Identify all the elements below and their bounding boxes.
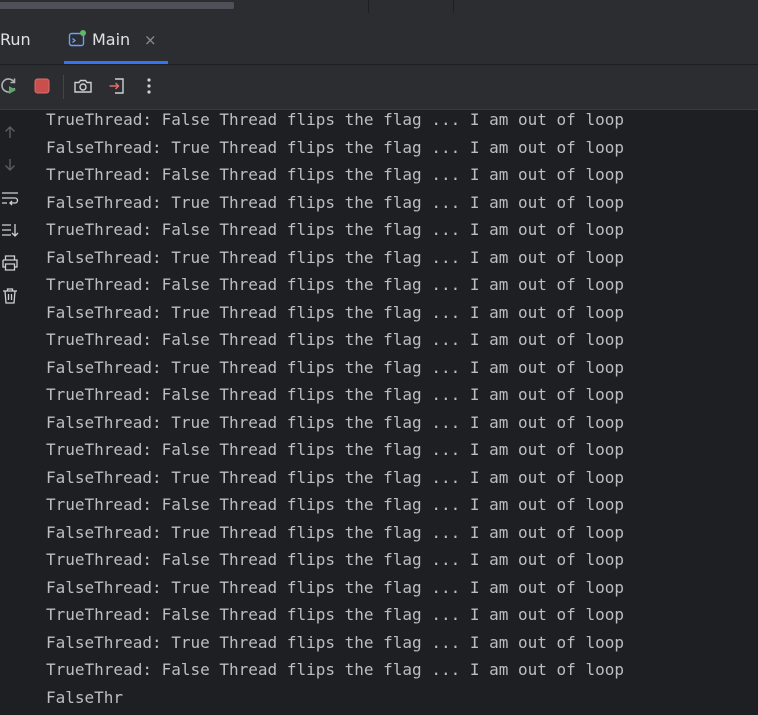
console-line: TrueThread: False Thread flips the flag … xyxy=(46,330,624,349)
run-tool-window-header: Run Main × xyxy=(0,13,758,65)
down-arrow-icon[interactable] xyxy=(0,155,20,175)
console-line: FalseThr xyxy=(46,687,124,707)
soft-wrap-icon[interactable] xyxy=(0,188,20,208)
horizontal-scrollbar[interactable] xyxy=(0,2,234,9)
active-tab-indicator xyxy=(64,61,168,64)
trash-icon[interactable] xyxy=(0,286,20,306)
up-arrow-icon[interactable] xyxy=(0,122,20,142)
console-line: FalseThread: True Thread flips the flag … xyxy=(46,247,624,267)
console-line: TrueThread: False Thread flips the flag … xyxy=(46,275,624,294)
tool-window-title: Run xyxy=(0,30,31,49)
console-line: TrueThread: False Thread flips the flag … xyxy=(46,110,624,129)
console-line: TrueThread: False Thread flips the flag … xyxy=(46,440,624,459)
console-line: FalseThread: True Thread flips the flag … xyxy=(46,302,624,322)
console-line: TrueThread: False Thread flips the flag … xyxy=(46,220,624,239)
console-line: TrueThread: False Thread flips the flag … xyxy=(46,660,624,679)
run-config-icon xyxy=(68,30,86,52)
divider xyxy=(453,0,454,13)
console-line: TrueThread: False Thread flips the flag … xyxy=(46,385,624,404)
console-line: TrueThread: False Thread flips the flag … xyxy=(46,165,624,184)
exit-icon[interactable] xyxy=(106,75,128,97)
rerun-icon[interactable] xyxy=(0,75,20,97)
console-side-toolbar xyxy=(0,110,26,709)
print-icon[interactable] xyxy=(0,253,20,273)
run-toolbar xyxy=(0,65,758,110)
console-line: FalseThread: True Thread flips the flag … xyxy=(46,137,624,157)
close-tab-icon[interactable]: × xyxy=(144,31,157,49)
console-output[interactable]: TrueThread: False Thread flips the flag … xyxy=(46,110,758,709)
console-line: FalseThread: True Thread flips the flag … xyxy=(46,522,624,542)
console-line: TrueThread: False Thread flips the flag … xyxy=(46,495,624,514)
scroll-to-end-icon[interactable] xyxy=(0,220,20,240)
console-line: FalseThread: True Thread flips the flag … xyxy=(46,192,624,212)
console-line: TrueThread: False Thread flips the flag … xyxy=(46,550,624,569)
console-line: FalseThread: True Thread flips the flag … xyxy=(46,577,624,597)
console-line: FalseThread: True Thread flips the flag … xyxy=(46,467,624,487)
editor-scrollbar-strip xyxy=(0,0,758,13)
stop-icon[interactable] xyxy=(31,75,53,97)
console-line: FalseThread: True Thread flips the flag … xyxy=(46,357,624,377)
divider xyxy=(368,0,369,13)
console-line: FalseThread: True Thread flips the flag … xyxy=(46,412,624,432)
tab-main-label: Main xyxy=(92,30,131,49)
console-line: FalseThread: True Thread flips the flag … xyxy=(46,632,624,652)
camera-icon[interactable] xyxy=(72,75,94,97)
toolbar-separator xyxy=(63,75,64,99)
console-line: TrueThread: False Thread flips the flag … xyxy=(46,605,624,624)
more-options-icon[interactable] xyxy=(138,75,160,97)
tab-main[interactable]: Main × xyxy=(64,13,168,64)
